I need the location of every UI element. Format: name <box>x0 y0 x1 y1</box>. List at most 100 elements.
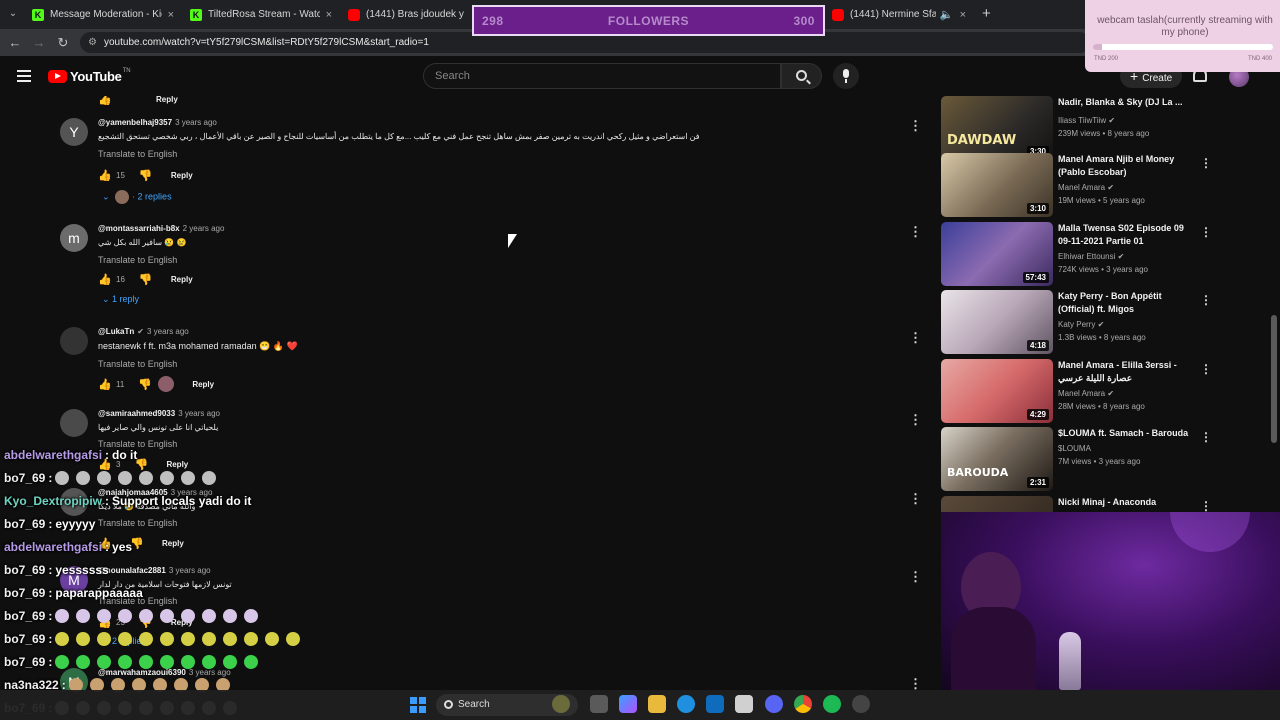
channel-name[interactable]: Elhiwar Ettounsi ✔ <box>1058 252 1124 261</box>
obs-icon[interactable] <box>852 695 870 713</box>
video-item[interactable]: 3:10 Manel Amara Njib el Money (Pablo Es… <box>941 153 1280 217</box>
task-view-icon[interactable] <box>590 695 608 713</box>
chat-username[interactable]: bo7_69 <box>4 609 45 623</box>
outlook-icon[interactable] <box>706 695 724 713</box>
thumbs-up-icon[interactable]: 👍 <box>98 169 112 182</box>
video-title[interactable]: Manel Amara - Elilla 3erssi - عصارة اللي… <box>1058 359 1198 385</box>
comment-age[interactable]: 3 years ago <box>178 409 220 418</box>
chat-username[interactable]: bo7_69 <box>4 471 45 485</box>
video-item[interactable]: BAROUDA 2:31 $LOUMA ft. Samach - Barouda… <box>941 427 1280 491</box>
more-options-icon[interactable]: ⋮ <box>1200 293 1212 307</box>
thumbs-up-icon[interactable]: 👍 <box>98 96 112 106</box>
browser-tab-3[interactable]: (1441) Bras jdoudek ya fattoum <box>340 3 472 26</box>
copilot-icon[interactable] <box>619 695 637 713</box>
video-item[interactable]: DAWDAW 3:30 Nadir, Blanka & Sky (DJ La .… <box>941 96 1280 160</box>
browser-tab-4[interactable]: (1441) Nermine Sfar - Jibou 🔈 × <box>824 3 974 26</box>
translate-link[interactable]: Translate to English <box>98 255 177 265</box>
menu-icon[interactable] <box>17 70 31 82</box>
channel-name[interactable]: Katy Perry ✔ <box>1058 320 1104 329</box>
search-button[interactable] <box>781 63 822 89</box>
chat-username[interactable]: bo7_69 <box>4 655 45 669</box>
channel-label[interactable]: Katy Perry <box>1058 320 1095 329</box>
avatar[interactable]: m <box>60 224 88 252</box>
video-thumbnail[interactable]: DAWDAW 3:30 <box>941 96 1053 160</box>
video-title[interactable]: Nadir, Blanka & Sky (DJ La ... <box>1058 96 1198 109</box>
tab-search-button[interactable]: ⌄ <box>4 5 22 23</box>
comment-age[interactable]: 3 years ago <box>175 118 217 127</box>
more-options-icon[interactable]: ⋮ <box>1200 499 1212 512</box>
video-thumbnail[interactable] <box>941 496 1053 512</box>
more-options-icon[interactable]: ⋮ <box>1200 362 1212 376</box>
reply-button[interactable]: Reply <box>156 96 178 104</box>
comment-age[interactable]: 3 years ago <box>147 327 189 336</box>
view-replies-button[interactable]: ⌄ · 2 replies <box>102 190 172 204</box>
browser-tab-2[interactable]: K TiltedRosa Stream - Watch Live × <box>182 3 340 26</box>
spotify-icon[interactable] <box>823 695 841 713</box>
comment-author[interactable]: @samiraahmed9033 3 years ago <box>98 409 220 418</box>
video-item[interactable]: 4:29 Manel Amara - Elilla 3erssi - عصارة… <box>941 359 1280 423</box>
channel-name[interactable]: Manel Amara ✔ <box>1058 183 1114 192</box>
chat-username[interactable]: abdelwarethgafsi <box>4 448 102 462</box>
more-options-icon[interactable]: ⋮ <box>1200 225 1212 239</box>
more-options-icon[interactable]: ⋮ <box>909 224 922 240</box>
video-item[interactable]: 4:18 Katy Perry - Bon Appétit (Official)… <box>941 290 1280 354</box>
video-thumbnail[interactable]: 57:43 <box>941 222 1053 286</box>
search-input[interactable]: Search <box>423 63 781 89</box>
video-title[interactable]: Nicki Minaj - Anaconda <box>1058 496 1198 509</box>
new-tab-icon[interactable]: + <box>982 5 991 22</box>
comment-author[interactable]: @yamenbelhaj9357 3 years ago <box>98 118 217 127</box>
channel-label[interactable]: Manel Amara <box>1058 183 1105 192</box>
chat-username[interactable]: Kyo_Dextropipiw <box>4 494 102 508</box>
translate-link[interactable]: Translate to English <box>98 149 177 159</box>
thumbs-down-icon[interactable]: 👎 <box>138 378 152 391</box>
avatar[interactable] <box>60 409 88 437</box>
store-icon[interactable] <box>735 695 753 713</box>
video-thumbnail[interactable]: 3:10 <box>941 153 1053 217</box>
more-options-icon[interactable]: ⋮ <box>909 569 922 585</box>
video-item[interactable]: Nicki Minaj - Anaconda ⋮ <box>941 496 1280 512</box>
video-thumbnail[interactable]: BAROUDA 2:31 <box>941 427 1053 491</box>
thumbs-down-icon[interactable]: 👎 <box>139 169 153 182</box>
video-thumbnail[interactable]: 4:29 <box>941 359 1053 423</box>
comment-author[interactable]: @LukaTn ✔ 3 years ago <box>98 327 189 336</box>
windows-start-icon[interactable] <box>410 697 426 713</box>
reply-button[interactable]: Reply <box>171 275 193 284</box>
more-options-icon[interactable]: ⋮ <box>909 676 922 690</box>
video-title[interactable]: Malla Twensa S02 Episode 09 09-11-2021 P… <box>1058 222 1198 248</box>
translate-link[interactable]: Translate to English <box>98 359 177 369</box>
video-title[interactable]: Katy Perry - Bon Appétit (Official) ft. … <box>1058 290 1198 316</box>
thumbs-up-icon[interactable]: 👍 <box>98 378 112 391</box>
close-tab-icon[interactable]: × <box>960 9 966 21</box>
reload-icon[interactable]: ↻ <box>54 34 72 52</box>
more-options-icon[interactable]: ⋮ <box>909 412 922 428</box>
chat-username[interactable]: abdelwarethgafsi <box>4 540 102 554</box>
video-title[interactable]: Manel Amara Njib el Money (Pablo Escobar… <box>1058 153 1198 179</box>
browser-tab-1[interactable]: K Message Moderation - Kick Das × <box>24 3 182 26</box>
author-name[interactable]: @yamenbelhaj9357 <box>98 118 172 127</box>
comment-author[interactable]: @montassarriahi-b8x 2 years ago <box>98 224 224 233</box>
channel-name[interactable]: Iliass TiiwTiiw ✔ <box>1058 116 1115 125</box>
chat-username[interactable]: bo7_69 <box>4 632 45 646</box>
site-info-icon[interactable]: ⚙ <box>88 32 97 53</box>
video-item[interactable]: 57:43 Malla Twensa S02 Episode 09 09-11-… <box>941 222 1280 286</box>
more-options-icon[interactable]: ⋮ <box>1200 430 1212 444</box>
reply-button[interactable]: Reply <box>192 380 214 389</box>
more-options-icon[interactable]: ⋮ <box>909 491 922 507</box>
thumbs-up-icon[interactable]: 👍 <box>98 273 112 286</box>
author-name[interactable]: @samiraahmed9033 <box>98 409 175 418</box>
chat-username[interactable]: bo7_69 <box>4 586 45 600</box>
chrome-icon[interactable] <box>794 695 812 713</box>
more-options-icon[interactable]: ⋮ <box>909 330 922 346</box>
chat-username[interactable]: bo7_69 <box>4 563 45 577</box>
view-replies-button[interactable]: ⌄ 1 reply <box>102 294 139 305</box>
close-tab-icon[interactable]: × <box>326 9 332 21</box>
more-options-icon[interactable]: ⋮ <box>1200 156 1212 170</box>
chat-username[interactable]: bo7_69 <box>4 517 45 531</box>
widgets-icon[interactable] <box>552 695 570 713</box>
close-tab-icon[interactable]: × <box>168 9 174 21</box>
channel-name[interactable]: Manel Amara ✔ <box>1058 389 1114 398</box>
forward-icon[interactable]: → <box>30 34 48 52</box>
avatar[interactable]: Y <box>60 118 88 146</box>
edge-icon[interactable] <box>677 695 695 713</box>
scrollbar-thumb[interactable] <box>1271 315 1277 443</box>
